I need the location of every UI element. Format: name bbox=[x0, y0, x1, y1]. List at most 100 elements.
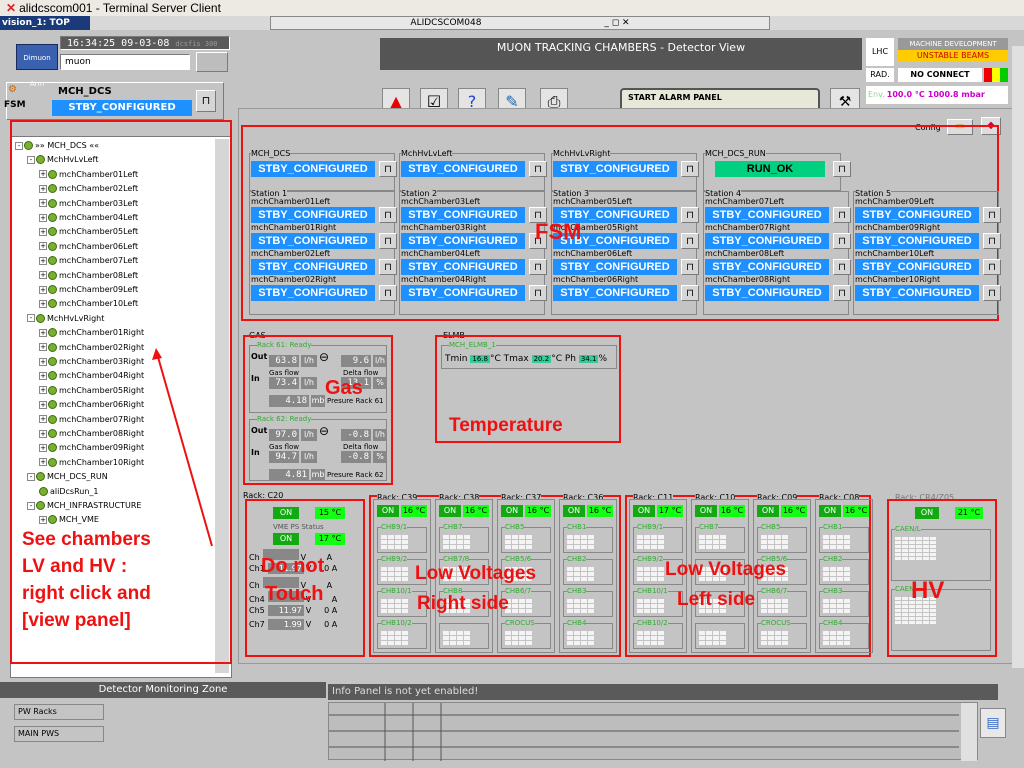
gas-delta1-1: 9.6 bbox=[341, 355, 371, 367]
fsm-node-state[interactable]: STBY_CONFIGURED bbox=[52, 100, 192, 116]
lv-card-label: CHB4 bbox=[823, 619, 843, 627]
fsm-lock-icon[interactable]: ⊓ bbox=[833, 285, 851, 301]
chamber-state[interactable]: STBY_CONFIGURED bbox=[553, 285, 677, 301]
fsm-lock-icon[interactable]: ⊓ bbox=[529, 259, 547, 275]
fsm-lock-icon[interactable]: ⊓ bbox=[196, 90, 216, 112]
gas-out-unit-2: l/h bbox=[301, 429, 317, 441]
lv-card-label: CHB5/6 bbox=[505, 555, 532, 563]
chamber-state[interactable]: STBY_CONFIGURED bbox=[855, 233, 979, 249]
vme-channel-name: Ch bbox=[249, 581, 260, 590]
lv-card-label: CHB2 bbox=[567, 555, 587, 563]
fsm-lock-icon[interactable]: ⊓ bbox=[681, 161, 699, 177]
fsm-lock-icon[interactable]: ⊓ bbox=[681, 259, 699, 275]
chamber-label: mchChamber02Left bbox=[251, 249, 331, 258]
vme-temp-1: 15 °C bbox=[315, 507, 345, 519]
chamber-label: mchChamber02Right bbox=[251, 275, 337, 284]
machine-mode: MACHINE DEVELOPMENT bbox=[898, 38, 1008, 50]
chamber-label: mchChamber05Left bbox=[553, 197, 633, 206]
fsm-lock-icon[interactable]: ⊓ bbox=[379, 161, 397, 177]
chamber-state[interactable]: STBY_CONFIGURED bbox=[705, 285, 829, 301]
lv-card-label: CROCUS bbox=[761, 619, 791, 627]
fsm-top-state[interactable]: RUN_OK bbox=[715, 161, 825, 177]
fsm-lock-icon[interactable]: ⊓ bbox=[681, 207, 699, 223]
vme-channel-voltage: 1.99 bbox=[267, 619, 304, 630]
chamber-state[interactable]: STBY_CONFIGURED bbox=[855, 207, 979, 223]
fsm-lock-icon[interactable]: ⊓ bbox=[681, 233, 699, 249]
elmb-ph-label: °C Ph bbox=[551, 354, 576, 364]
chamber-state[interactable]: STBY_CONFIGURED bbox=[251, 207, 375, 223]
vme-channel-row: Ch7 1.99 V 0 A bbox=[249, 619, 337, 631]
chamber-state[interactable]: STBY_CONFIGURED bbox=[705, 259, 829, 275]
lv-on-indicator: ON bbox=[377, 505, 399, 517]
chamber-state[interactable]: STBY_CONFIGURED bbox=[855, 259, 979, 275]
gas-flow-unit-2: l/h bbox=[301, 451, 317, 463]
fsm-lock-icon[interactable]: ⊓ bbox=[983, 207, 1001, 223]
fsm-lock-icon[interactable]: ⊓ bbox=[379, 259, 397, 275]
chamber-state[interactable]: STBY_CONFIGURED bbox=[705, 207, 829, 223]
clock-time: 16:34:25 09-03-08 bbox=[67, 38, 170, 49]
fsm-top-state[interactable]: STBY_CONFIGURED bbox=[553, 161, 677, 177]
fsm-lock-icon[interactable]: ⊓ bbox=[983, 233, 1001, 249]
lv-card-channels bbox=[823, 567, 850, 581]
vme-status-label: VME PS Status bbox=[273, 523, 324, 531]
fsm-lock-icon[interactable]: ⊓ bbox=[681, 285, 699, 301]
detector-view-title: MUON TRACKING CHAMBERS - Detector View bbox=[380, 38, 862, 58]
lv-temperature: 16 °C bbox=[587, 505, 613, 517]
chamber-state[interactable]: STBY_CONFIGURED bbox=[401, 259, 525, 275]
gas-delta2-unit-1: % bbox=[373, 377, 387, 389]
chamber-state[interactable]: STBY_CONFIGURED bbox=[553, 259, 677, 275]
chamber-state[interactable]: STBY_CONFIGURED bbox=[401, 285, 525, 301]
hv-caen-1-label: CAEN/L bbox=[895, 525, 921, 533]
chamber-state[interactable]: STBY_CONFIGURED bbox=[705, 233, 829, 249]
main-pws-button[interactable]: MAIN PWS bbox=[14, 726, 104, 742]
chamber-state[interactable]: STBY_CONFIGURED bbox=[401, 207, 525, 223]
gas-pressure-unit-2: mb bbox=[311, 469, 325, 481]
lv-left-annotation-2: Left side bbox=[677, 589, 756, 610]
tab-strip: vision_1: TOP ALIDCSCOM048 _ ◻ ✕ bbox=[0, 16, 1024, 30]
fsm-lock-icon[interactable]: ⊓ bbox=[983, 259, 1001, 275]
chamber-state[interactable]: STBY_CONFIGURED bbox=[855, 285, 979, 301]
lv-left-annotation-1: Low Voltages bbox=[665, 559, 787, 580]
lv-temperature: 16 °C bbox=[719, 505, 745, 517]
user-menu-button[interactable] bbox=[196, 52, 228, 72]
inner-window-controls[interactable]: _ ◻ ✕ bbox=[604, 18, 629, 28]
fsm-lock-icon[interactable]: ⊓ bbox=[833, 161, 851, 177]
vme-channel-current: 0 A bbox=[324, 606, 338, 615]
fsm-lock-icon[interactable]: ⊓ bbox=[379, 233, 397, 249]
fsm-top-state[interactable]: STBY_CONFIGURED bbox=[401, 161, 525, 177]
chamber-state[interactable]: STBY_CONFIGURED bbox=[401, 233, 525, 249]
fsm-lock-icon[interactable]: ⊓ bbox=[379, 207, 397, 223]
window-scrollbar[interactable] bbox=[1012, 46, 1024, 668]
info-notepad-icon[interactable]: ▤ bbox=[980, 708, 1006, 738]
fsm-top-state[interactable]: STBY_CONFIGURED bbox=[251, 161, 375, 177]
chamber-state[interactable]: STBY_CONFIGURED bbox=[251, 233, 375, 249]
gas-delta1-unit-2: l/h bbox=[373, 429, 387, 441]
gas-pressure-1: 4.18 bbox=[269, 395, 309, 407]
fsm-top-group-label: MchHvLvRight bbox=[553, 149, 611, 158]
gas-delta-label-2: Delta flow bbox=[343, 443, 379, 451]
gas-flow-label-2: Gas flow bbox=[269, 443, 300, 451]
env-label: Env. bbox=[868, 90, 885, 99]
info-panel-title: Info Panel is not yet enabled! bbox=[328, 684, 998, 700]
pw-racks-button[interactable]: PW Racks bbox=[14, 704, 104, 720]
clock-user: dcsfis 300 bbox=[175, 40, 218, 48]
gas-delta1-2: -0.8 bbox=[341, 429, 371, 441]
temperature-annotation: Temperature bbox=[449, 415, 563, 436]
fsm-lock-icon[interactable]: ⊓ bbox=[833, 233, 851, 249]
gas-valve-icon-2: ⊖ bbox=[319, 424, 330, 438]
fsm-lock-icon[interactable]: ⊓ bbox=[833, 259, 851, 275]
elmb-name: MCH_ELMB_1 bbox=[449, 341, 496, 349]
tab-vision-top[interactable]: vision_1: TOP bbox=[0, 16, 90, 30]
lv-right-annotation-1: Low Voltages bbox=[415, 563, 537, 584]
fsm-lock-icon[interactable]: ⊓ bbox=[529, 161, 547, 177]
fsm-lock-icon[interactable]: ⊓ bbox=[983, 285, 1001, 301]
chamber-state[interactable]: STBY_CONFIGURED bbox=[251, 285, 375, 301]
fsm-lock-icon[interactable]: ⊓ bbox=[379, 285, 397, 301]
chamber-label: mchChamber03Left bbox=[401, 197, 481, 206]
fsm-lock-icon[interactable]: ⊓ bbox=[529, 285, 547, 301]
user-field[interactable]: muon bbox=[60, 54, 190, 70]
lv-card-channels bbox=[381, 535, 408, 549]
chamber-state[interactable]: STBY_CONFIGURED bbox=[251, 259, 375, 275]
fsm-lock-icon[interactable]: ⊓ bbox=[833, 207, 851, 223]
rad-level-indicator bbox=[984, 68, 1008, 82]
